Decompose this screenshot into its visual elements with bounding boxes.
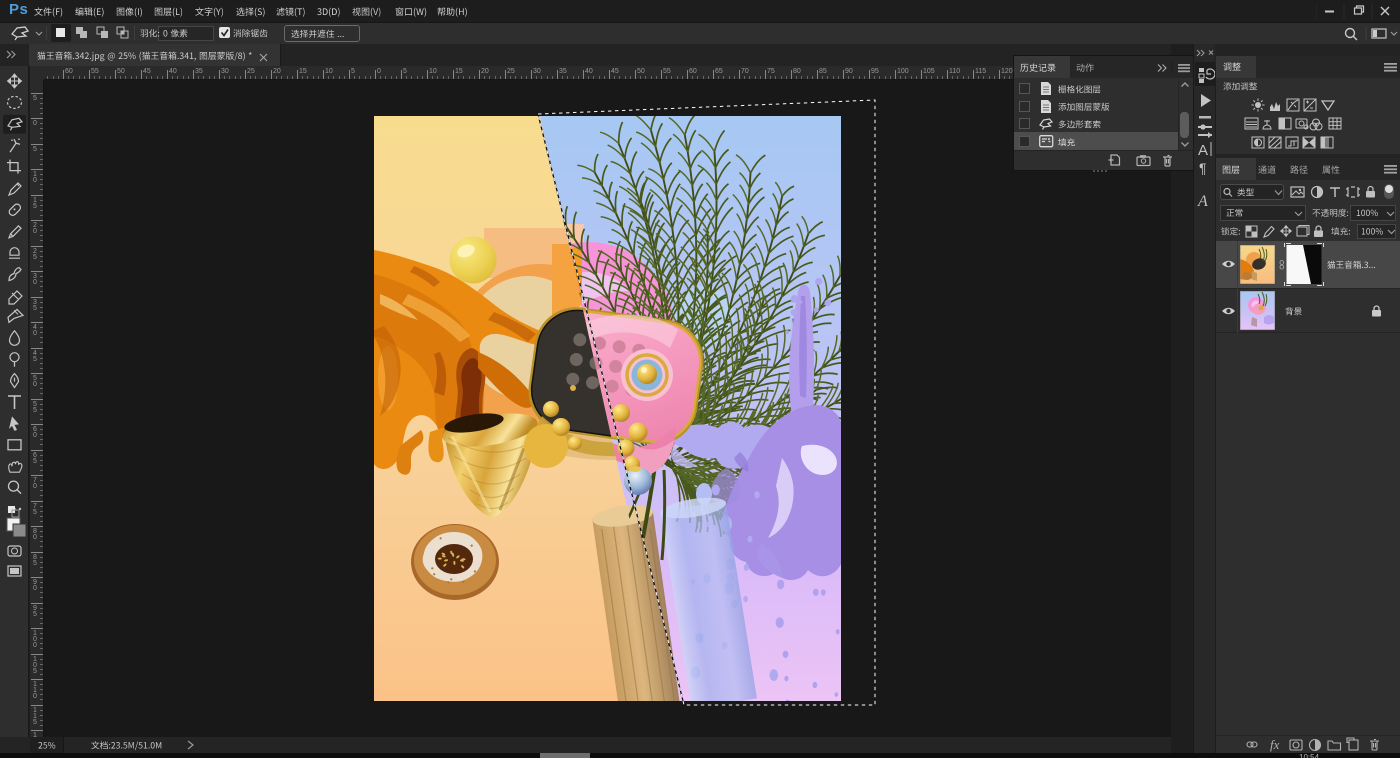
svg-text:fx: fx — [1270, 737, 1280, 752]
svg-text:A: A — [1197, 193, 1208, 210]
svg-text:¶: ¶ — [1199, 160, 1207, 176]
svg-text:A: A — [1198, 142, 1208, 159]
